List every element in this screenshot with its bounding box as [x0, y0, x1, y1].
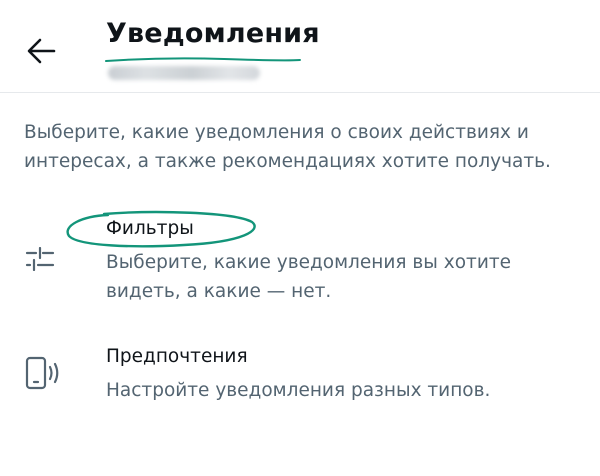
page-title: Уведомления	[106, 18, 320, 49]
top-app-bar: Уведомления	[0, 0, 600, 93]
title-highlight-underline	[105, 57, 301, 62]
arrow-left-icon	[27, 38, 56, 64]
back-button[interactable]	[24, 34, 58, 68]
filters-highlight-oval	[66, 210, 256, 248]
settings-item-preferences-title: Предпочтения	[106, 346, 248, 367]
sliders-icon	[25, 247, 55, 271]
settings-item-filters-description: Выберите, какие уведомления вы хотите ви…	[106, 252, 511, 302]
account-handle-blurred	[108, 66, 260, 80]
settings-item-preferences-description: Настройте уведомления разных типов.	[106, 380, 491, 401]
phone-vibrate-icon	[25, 356, 59, 390]
settings-item-preferences[interactable]: Предпочтения Настройте уведомления разны…	[0, 340, 600, 420]
page-description: Выберите, какие уведомления о своих дейс…	[24, 122, 551, 172]
